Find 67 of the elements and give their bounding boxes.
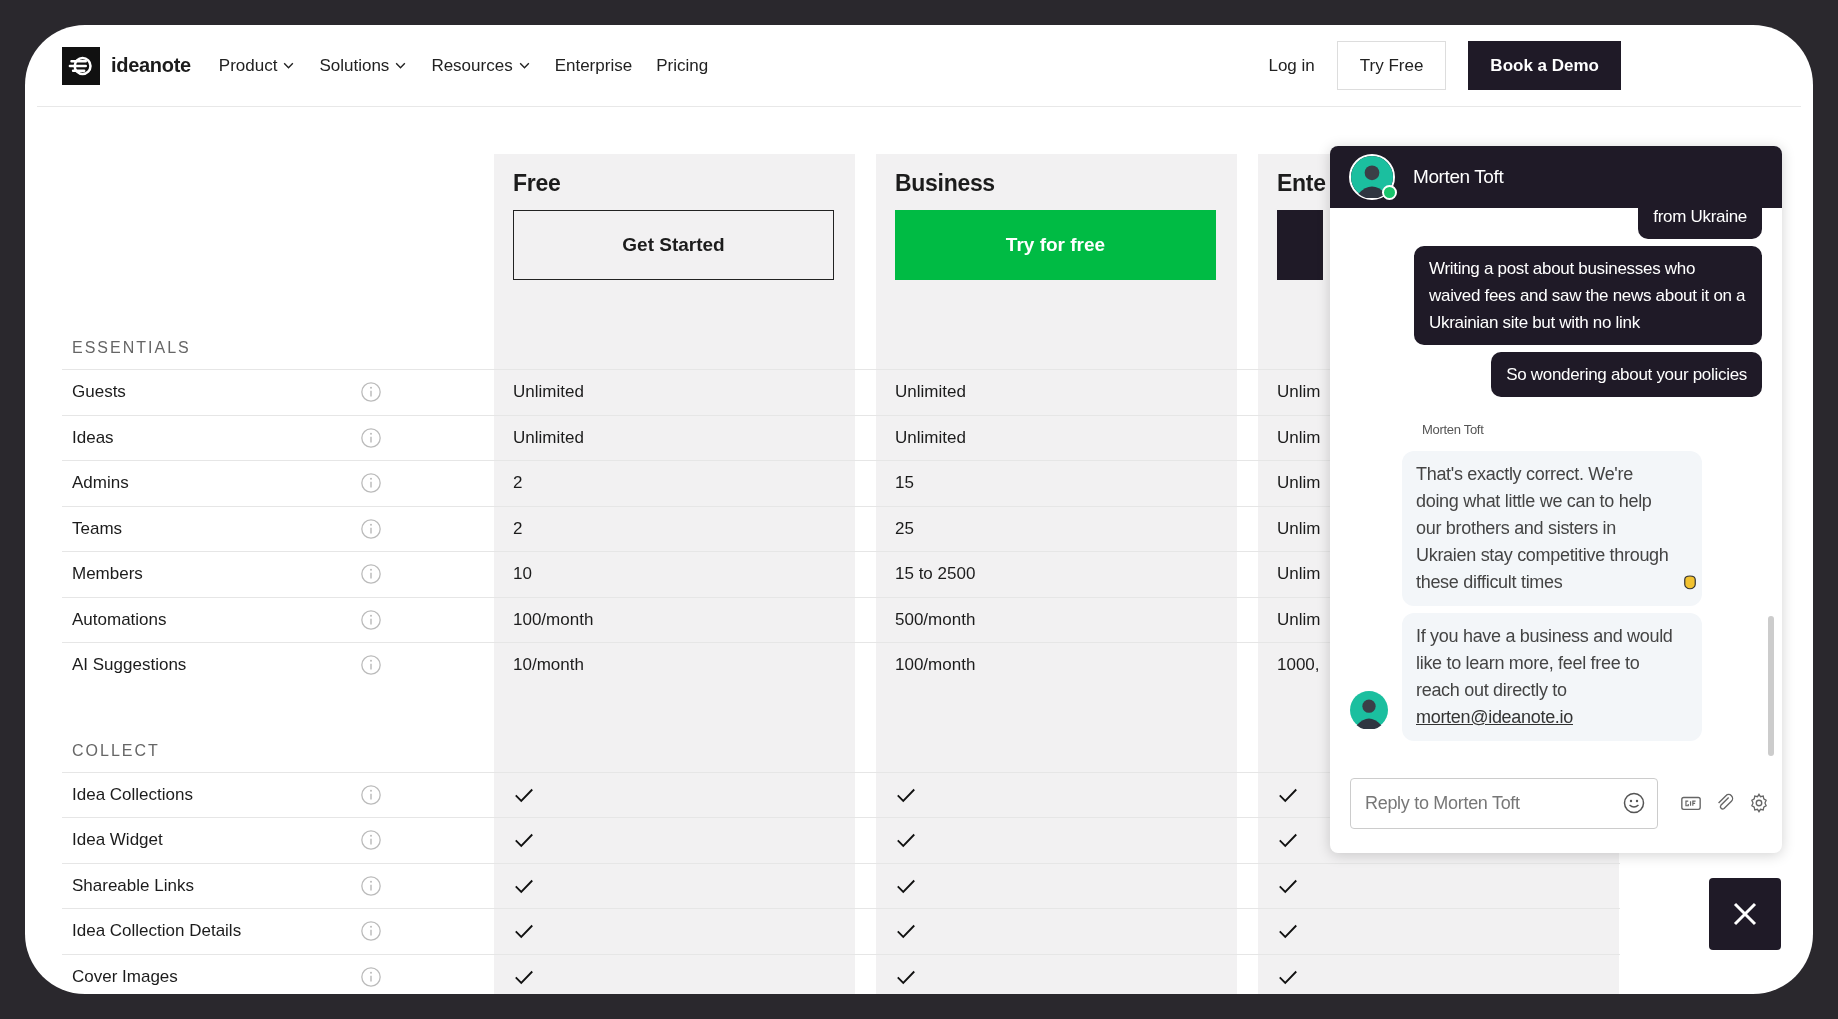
close-button[interactable] bbox=[1709, 878, 1781, 950]
feature-label: Members bbox=[72, 564, 144, 585]
info-icon[interactable] bbox=[360, 426, 382, 449]
nav-link[interactable]: Resources bbox=[431, 55, 531, 76]
info-icon[interactable] bbox=[360, 517, 382, 540]
info-icon[interactable] bbox=[360, 608, 382, 631]
settings-icon[interactable] bbox=[1748, 792, 1770, 814]
info-icon[interactable] bbox=[360, 783, 382, 806]
table-cell: 100/month bbox=[876, 643, 1237, 688]
table-cell: 2 bbox=[494, 506, 855, 551]
table-cell: Unlimited bbox=[494, 415, 855, 460]
table-cell: 100/month bbox=[494, 597, 855, 642]
logo-text[interactable]: ideanote bbox=[111, 54, 191, 77]
feature-label: Cover Images bbox=[72, 966, 179, 987]
feature-label: Idea Widget bbox=[72, 830, 164, 851]
info-icon[interactable] bbox=[360, 654, 382, 677]
message-bubble: Writing a post about businesses who waived fees and saw the news about it on a Ukrainian site but with no link bbox=[1414, 246, 1762, 345]
nav-link[interactable]: Product bbox=[218, 55, 296, 76]
message-bubble: So wondering about your policies bbox=[1491, 352, 1762, 397]
feature-label: Idea Collection Details bbox=[72, 921, 243, 942]
plan-name: Business bbox=[895, 170, 995, 198]
feature-label: AI Suggestions bbox=[72, 655, 188, 676]
emoji-icon[interactable] bbox=[1622, 790, 1646, 815]
info-icon[interactable] bbox=[360, 920, 382, 943]
section-title: ESSENTIALS bbox=[72, 339, 191, 357]
info-icon[interactable] bbox=[360, 381, 382, 404]
info-icon[interactable] bbox=[360, 563, 382, 586]
feature-label: Guests bbox=[72, 382, 127, 403]
agent-name: Morten Toft bbox=[1413, 166, 1504, 188]
reply-field[interactable]: Reply to Morten Toft bbox=[1350, 777, 1658, 829]
table-cell: Unlimited bbox=[876, 415, 1237, 460]
table-cell: 15 bbox=[876, 461, 1237, 506]
table-cell: 25 bbox=[876, 506, 1237, 551]
login-link[interactable]: Log in bbox=[1268, 55, 1315, 76]
book-demo-button[interactable]: Book a Demo bbox=[1468, 41, 1621, 90]
scrollbar[interactable] bbox=[1768, 616, 1774, 756]
nav-link[interactable]: Solutions bbox=[319, 55, 408, 76]
plan-button[interactable] bbox=[1277, 210, 1323, 280]
try-free-button[interactable]: Try Free bbox=[1336, 41, 1447, 90]
table-cell: 500/month bbox=[876, 597, 1237, 642]
table-cell: 10/month bbox=[494, 643, 855, 688]
feature-label: Idea Collections bbox=[72, 784, 194, 805]
email-link[interactable]: morten@ideanote.io bbox=[1416, 707, 1573, 727]
logo-icon[interactable] bbox=[62, 46, 100, 85]
feature-label: Shareable Links bbox=[72, 875, 195, 896]
table-cell: 2 bbox=[494, 461, 855, 506]
feature-label: Admins bbox=[72, 473, 130, 494]
info-icon[interactable] bbox=[360, 829, 382, 852]
info-icon[interactable] bbox=[360, 472, 382, 495]
section-title: COLLECT bbox=[72, 741, 160, 760]
nav-link[interactable]: Enterprise bbox=[554, 55, 633, 76]
info-icon[interactable] bbox=[360, 965, 382, 988]
table-cell: 10 bbox=[494, 552, 855, 597]
nav-link[interactable]: Pricing bbox=[656, 55, 709, 76]
table-cell: Unlimited bbox=[494, 370, 855, 415]
avatar bbox=[1351, 156, 1393, 198]
plan-name: Ente bbox=[1277, 170, 1326, 198]
feature-label: Teams bbox=[72, 518, 124, 539]
sender-name: Morten Toft bbox=[1422, 422, 1485, 437]
table-cell: 15 to 2500 bbox=[876, 552, 1237, 597]
feature-label: Automations bbox=[72, 609, 168, 630]
plan-button[interactable]: Get Started bbox=[513, 210, 834, 280]
feature-label: Ideas bbox=[72, 427, 115, 448]
message-bubble: from Ukraine bbox=[1638, 208, 1762, 239]
plan-name: Free bbox=[513, 170, 561, 198]
info-icon[interactable] bbox=[360, 874, 382, 897]
table-cell: Unlimited bbox=[876, 370, 1237, 415]
